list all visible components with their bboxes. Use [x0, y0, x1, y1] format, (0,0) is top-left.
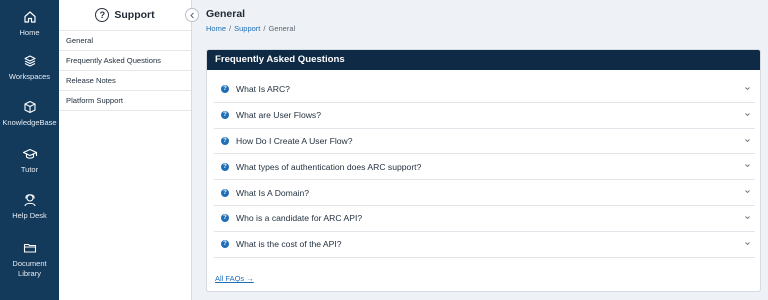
panel-item-platform-support[interactable]: Platform Support	[59, 91, 191, 111]
chevron-down-icon	[745, 164, 750, 168]
nav-item-workspaces[interactable]: Workspaces	[0, 53, 59, 82]
question-icon: ?	[221, 162, 229, 171]
folder-icon	[23, 243, 36, 253]
question-icon: ?	[221, 111, 229, 120]
layers-icon	[23, 55, 36, 67]
breadcrumb-current: General	[268, 24, 296, 33]
nav-item-tutor[interactable]: Tutor	[0, 146, 59, 175]
nav-item-label: Tutor	[20, 165, 39, 174]
collapse-panel-button[interactable]	[185, 8, 199, 22]
chevron-down-icon	[745, 138, 750, 142]
faq-question: What Is A Domain?	[236, 187, 310, 198]
panel-item-faq[interactable]: Frequently Asked Questions	[59, 51, 191, 71]
nav-item-document-library[interactable]: Document Library	[0, 240, 59, 279]
faq-item[interactable]: ? How Do I Create A User Flow?	[214, 129, 755, 155]
nav-item-home[interactable]: Home	[0, 9, 59, 38]
chevron-down-icon	[745, 216, 750, 220]
nav-item-label: Workspaces	[8, 72, 51, 81]
question-icon: ?	[221, 136, 229, 145]
faq-question: Who is a candidate for ARC API?	[236, 213, 363, 224]
faq-list: ? What Is ARC? ? What are User Flows? ? …	[214, 77, 755, 258]
nav-item-knowledgebase[interactable]: KnowledgeBase	[0, 99, 59, 128]
faq-item[interactable]: ? What are User Flows?	[214, 103, 755, 129]
question-icon: ?	[221, 188, 229, 197]
breadcrumb: Home / Support / General	[206, 24, 295, 33]
faq-question: What types of authentication does ARC su…	[236, 161, 422, 172]
nav-item-label: Help Desk	[12, 211, 47, 220]
faq-item[interactable]: ? What Is A Domain?	[214, 180, 755, 206]
question-circle-icon: ?	[95, 8, 110, 22]
all-faqs-link[interactable]: All FAQs →	[215, 274, 254, 283]
faq-question: How Do I Create A User Flow?	[236, 135, 353, 146]
nav-item-label: KnowledgeBase	[2, 118, 57, 127]
question-icon: ?	[221, 85, 229, 94]
nav-item-label: Home	[19, 28, 40, 37]
graduation-cap-icon	[22, 148, 37, 159]
panel-header: ? Support	[59, 0, 191, 31]
faq-item[interactable]: ? Who is a candidate for ARC API?	[214, 206, 755, 232]
breadcrumb-separator: /	[229, 24, 232, 33]
panel-item-general[interactable]: General	[59, 31, 191, 51]
chevron-down-icon	[745, 241, 750, 245]
chevron-down-icon	[745, 87, 750, 91]
chevron-left-icon	[189, 12, 194, 18]
question-icon: ?	[221, 240, 229, 249]
support-panel: ? Support General Frequently Asked Quest…	[59, 0, 192, 300]
headset-icon	[23, 194, 36, 207]
faq-question: What is the cost of the API?	[236, 239, 342, 250]
cube-icon	[23, 100, 36, 114]
question-icon: ?	[221, 214, 229, 223]
panel-item-release-notes[interactable]: Release Notes	[59, 71, 191, 91]
faq-card: Frequently Asked Questions ? What Is ARC…	[206, 49, 761, 292]
breadcrumb-support[interactable]: Support	[234, 24, 260, 33]
nav-item-help-desk[interactable]: Help Desk	[0, 192, 59, 221]
chevron-down-icon	[745, 190, 750, 194]
home-icon	[23, 11, 36, 23]
faq-item[interactable]: ? What Is ARC?	[214, 77, 755, 103]
chevron-down-icon	[745, 112, 750, 116]
faq-question: What Is ARC?	[236, 84, 290, 95]
breadcrumb-home[interactable]: Home	[206, 24, 226, 33]
faq-card-title: Frequently Asked Questions	[207, 50, 760, 70]
faq-item[interactable]: ? What is the cost of the API?	[214, 232, 755, 258]
panel-title: Support	[114, 9, 155, 21]
faq-item[interactable]: ? What types of authentication does ARC …	[214, 154, 755, 181]
nav-rail: Home Workspaces KnowledgeBase Tutor Help…	[0, 0, 59, 300]
page-title: General	[206, 8, 246, 20]
breadcrumb-separator: /	[263, 24, 266, 33]
nav-item-label: Document Library	[12, 259, 47, 278]
faq-question: What are User Flows?	[236, 110, 322, 121]
